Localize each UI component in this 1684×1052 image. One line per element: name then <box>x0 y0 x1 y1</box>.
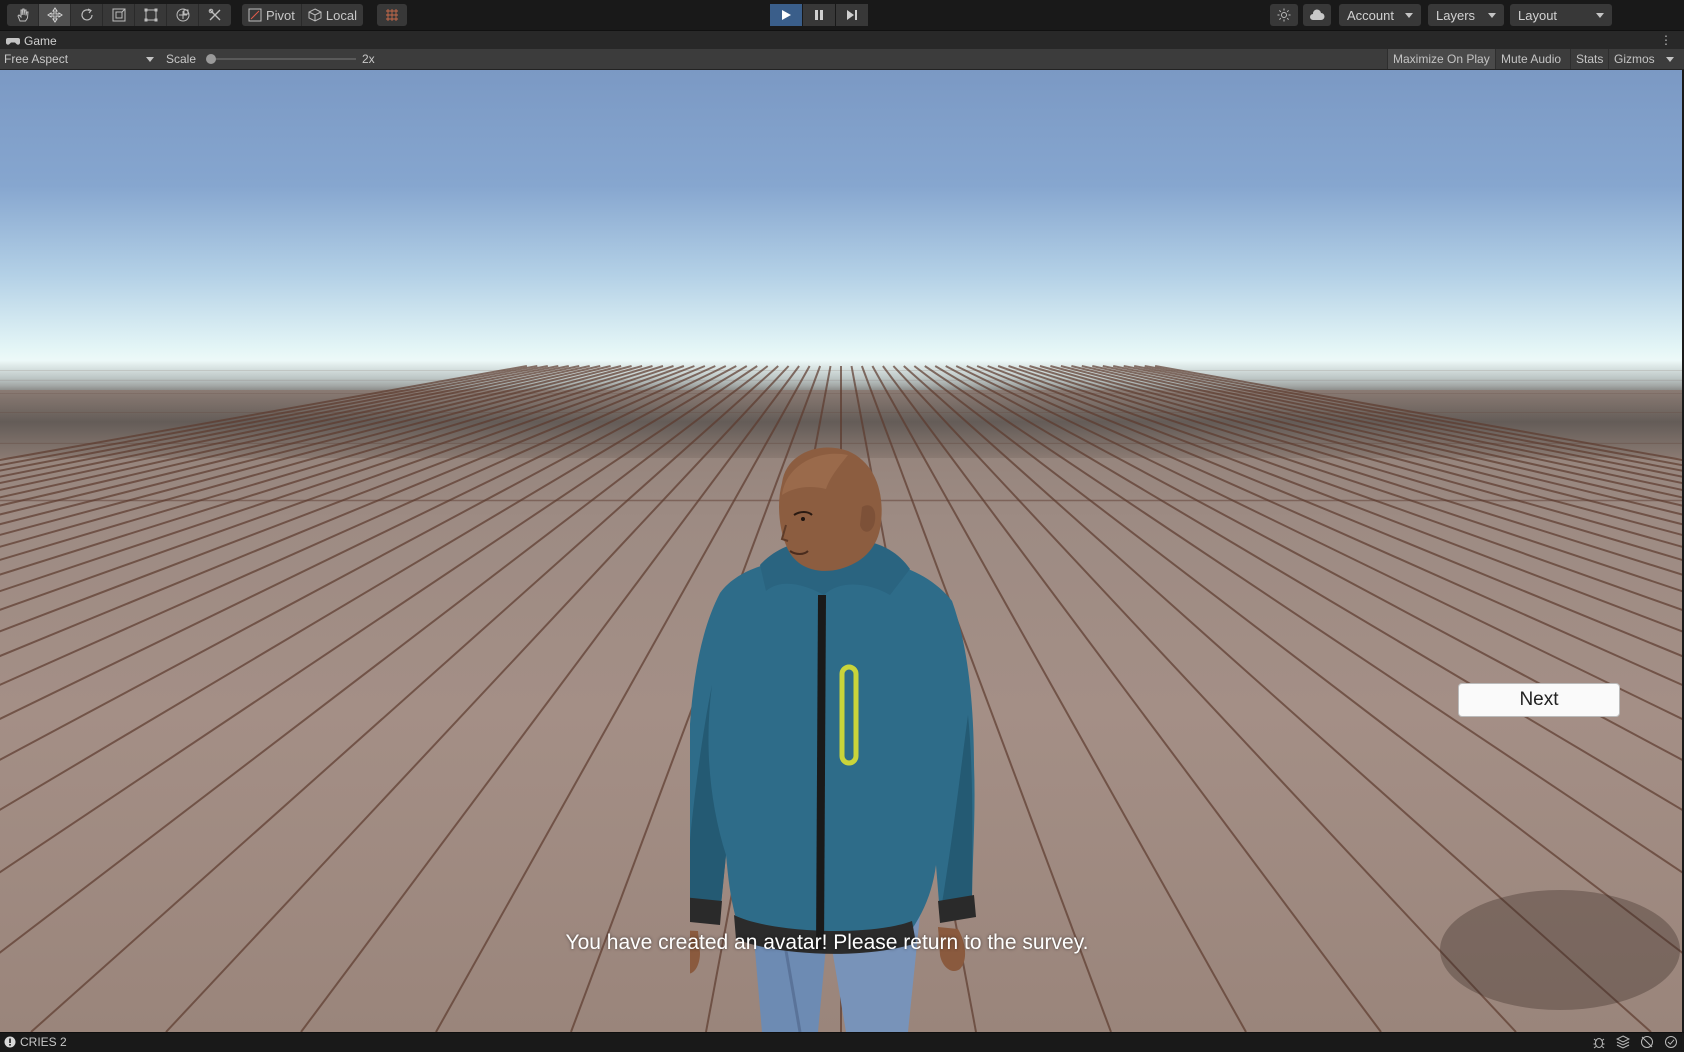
status-text: CRIES 2 <box>20 1035 67 1049</box>
step-icon <box>847 10 857 20</box>
pause-icon <box>815 10 823 20</box>
account-dropdown[interactable]: Account <box>1339 4 1421 26</box>
completion-message: You have created an avatar! Please retur… <box>565 931 1089 954</box>
info-icon <box>4 1036 16 1048</box>
ground-shadow <box>1440 890 1680 1010</box>
gizmos-toggle[interactable]: Gizmos <box>1608 49 1657 69</box>
next-button[interactable]: Next <box>1458 683 1620 717</box>
grid-snap-group <box>377 4 407 26</box>
play-icon <box>782 10 791 20</box>
tab-game[interactable]: Game <box>6 32 57 50</box>
layers-label: Layers <box>1436 7 1476 23</box>
scale-tool-icon[interactable] <box>103 4 135 26</box>
rect-tool-icon[interactable] <box>135 4 167 26</box>
rotate-tool-icon[interactable] <box>71 4 103 26</box>
custom-tool-icon[interactable] <box>199 4 231 26</box>
services-button[interactable] <box>1270 4 1298 26</box>
scale-slider-thumb[interactable] <box>206 54 216 64</box>
network-off-icon[interactable] <box>1640 1035 1654 1049</box>
layers-dropdown[interactable]: Layers <box>1428 4 1504 26</box>
chevron-down-icon <box>1666 56 1674 62</box>
game-tab-bar: Game ⋮ <box>0 30 1684 50</box>
chevron-down-icon <box>1596 12 1604 18</box>
mute-audio-toggle[interactable]: Mute Audio <box>1495 49 1566 69</box>
pause-button[interactable] <box>803 4 835 26</box>
scale-slider[interactable] <box>206 49 356 69</box>
main-toolbar: Pivot Local Account Layers Layout <box>0 0 1684 30</box>
transform-tool-icon[interactable] <box>167 4 199 26</box>
scale-value: 2x <box>362 52 375 66</box>
tab-game-label: Game <box>24 34 57 48</box>
play-button[interactable] <box>770 4 802 26</box>
account-label: Account <box>1347 7 1394 23</box>
pivot-label: Pivot <box>266 7 295 23</box>
stack-icon[interactable] <box>1616 1035 1630 1049</box>
aspect-label: Free Aspect <box>4 52 69 66</box>
game-view-toolbar: Free Aspect Scale 2x Maximize On Play Mu… <box>0 49 1684 70</box>
gizmos-dropdown-caret[interactable] <box>1664 49 1678 69</box>
console-status[interactable]: CRIES 2 <box>4 1035 67 1049</box>
bug-icon[interactable] <box>1592 1035 1606 1049</box>
layout-label: Layout <box>1518 7 1558 23</box>
cloud-icon <box>1310 9 1325 20</box>
stats-toggle[interactable]: Stats <box>1570 49 1608 69</box>
gamepad-icon <box>6 38 20 45</box>
pivot-local-group: Pivot Local <box>242 4 363 26</box>
layout-dropdown[interactable]: Layout <box>1510 4 1612 26</box>
status-bar: CRIES 2 <box>0 1032 1684 1052</box>
move-tool-icon[interactable] <box>39 4 71 26</box>
local-label: Local <box>325 7 357 23</box>
game-viewport[interactable]: Next You have created an avatar! Please … <box>0 70 1682 1032</box>
pivot-toggle[interactable]: Pivot <box>242 4 302 26</box>
scale-label: Scale <box>166 52 197 66</box>
local-toggle[interactable]: Local <box>302 4 363 26</box>
gizmos-label: Gizmos <box>1614 52 1655 66</box>
aspect-dropdown[interactable]: Free Aspect <box>4 49 156 69</box>
check-circle-icon[interactable] <box>1664 1035 1678 1049</box>
status-icons <box>1592 1035 1678 1049</box>
chevron-down-icon <box>1405 12 1413 18</box>
chevron-down-icon <box>1488 12 1496 18</box>
chevron-down-icon <box>146 56 154 62</box>
grid-snap-icon[interactable] <box>377 4 407 26</box>
kebab-menu-icon[interactable]: ⋮ <box>1660 33 1672 47</box>
step-button[interactable] <box>836 4 868 26</box>
transform-tools-group <box>7 4 231 26</box>
local-cube-icon <box>308 8 322 22</box>
pivot-icon <box>248 8 262 22</box>
play-controls <box>770 4 868 26</box>
scale-slider-track <box>210 58 356 60</box>
cloud-button[interactable] <box>1303 4 1331 26</box>
hand-tool-icon[interactable] <box>7 4 39 26</box>
maximize-on-play-toggle[interactable]: Maximize On Play <box>1387 49 1495 69</box>
sun-icon <box>1277 8 1291 22</box>
